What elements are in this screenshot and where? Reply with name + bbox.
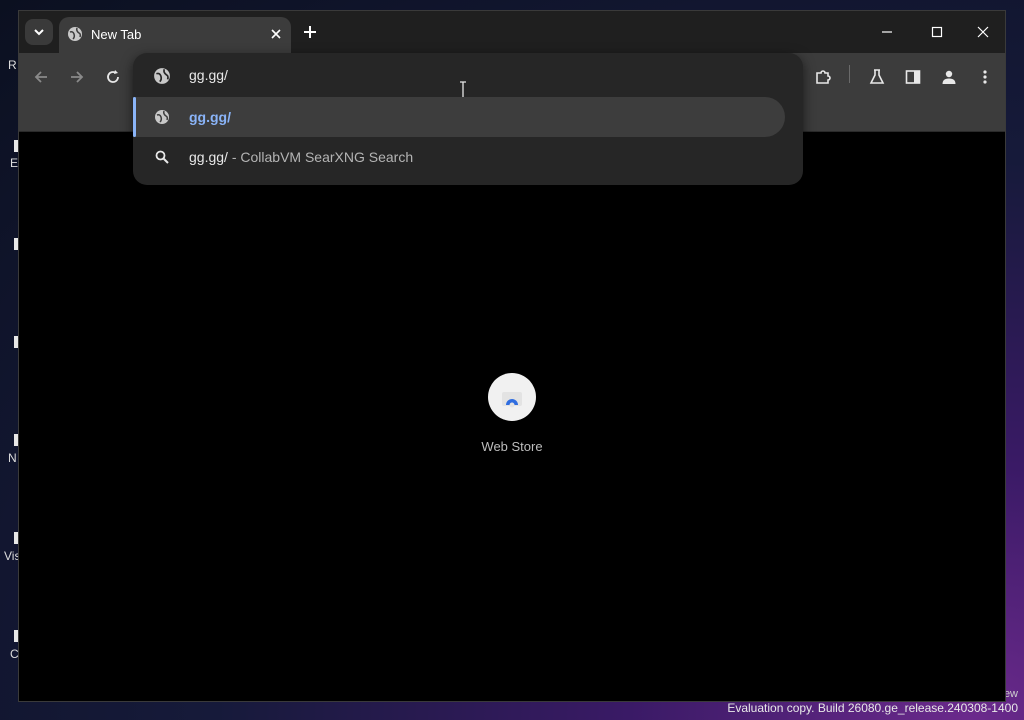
suggestion-url[interactable]: gg.gg/ [133, 97, 785, 137]
suggestion-search[interactable]: gg.gg/ - CollabVM SearXNG Search [133, 137, 785, 177]
tab-close-button[interactable] [267, 25, 285, 43]
suggestion-text: gg.gg/ [189, 109, 231, 125]
maximize-button[interactable] [915, 19, 959, 45]
side-panel-button[interactable] [901, 65, 925, 89]
tab-title: New Tab [91, 27, 142, 42]
reload-button[interactable] [101, 65, 125, 89]
minimize-button[interactable] [865, 19, 909, 45]
shortcut-label: Web Store [481, 439, 543, 454]
browser-window: New Tab gg.gg/ gg.gg/ gg.gg/ - CollabVM … [18, 10, 1006, 702]
suggestion-icon [153, 108, 171, 126]
reload-icon [107, 70, 119, 83]
profile-button[interactable] [937, 65, 961, 89]
minimize-icon [882, 31, 892, 33]
evaluation-watermark: Evaluation copy. Build 26080.ge_release.… [727, 701, 1018, 715]
globe-icon [68, 27, 82, 41]
close-icon [977, 26, 989, 38]
omnibox-dropdown: gg.gg/ gg.gg/ - CollabVM SearXNG Search [133, 53, 803, 185]
back-button[interactable] [29, 65, 53, 89]
desktop-icon-label[interactable]: E [10, 156, 18, 170]
globe-icon [155, 110, 169, 124]
watermark-fragment: ew [1003, 688, 1018, 700]
forward-button[interactable] [65, 65, 89, 89]
side-panel-icon [905, 70, 921, 84]
globe-icon [154, 68, 170, 84]
puzzle-icon [816, 70, 831, 84]
flask-icon [869, 69, 885, 84]
suggestion-description: - CollabVM SearXNG Search [227, 149, 414, 165]
desktop-icon-label[interactable]: R [8, 58, 17, 72]
search-icon [155, 150, 169, 164]
close-icon [271, 29, 281, 39]
labs-button[interactable] [865, 65, 889, 89]
maximize-icon [931, 26, 943, 38]
title-bar: New Tab [19, 11, 1005, 53]
close-window-button[interactable] [961, 19, 1005, 45]
desktop-icons: R E N Vis C [0, 0, 20, 720]
plus-icon [304, 26, 316, 38]
extensions-button[interactable] [811, 65, 835, 89]
tab-search-button[interactable] [25, 19, 53, 45]
suggestion-icon [153, 148, 171, 166]
person-icon [942, 70, 956, 84]
shortcut-web-store[interactable] [488, 373, 536, 421]
suggestion-query: gg.gg/ [189, 149, 228, 165]
more-vert-icon [983, 70, 987, 84]
selection-indicator [133, 97, 136, 137]
arrow-right-icon [71, 71, 84, 83]
arrow-left-icon [34, 71, 47, 83]
web-store-icon [502, 392, 522, 408]
desktop-icon-label[interactable]: N [8, 451, 17, 465]
toolbar-separator [849, 65, 850, 83]
suggestion-text: gg.gg/ - CollabVM SearXNG Search [189, 149, 413, 165]
chevron-down-icon [34, 29, 44, 36]
menu-button[interactable] [973, 65, 997, 89]
new-tab-button[interactable] [299, 21, 321, 43]
tab-new-tab[interactable]: New Tab [59, 17, 291, 53]
